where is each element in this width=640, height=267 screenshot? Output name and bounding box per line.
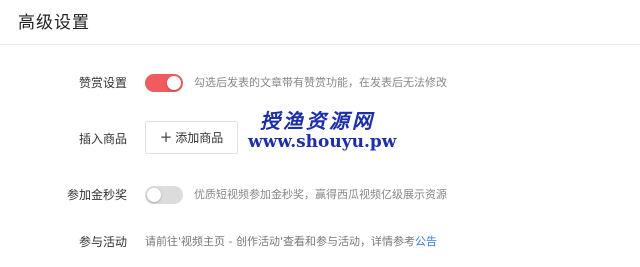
golden-second-hint: 优质短视频参加金秒奖，赢得西瓜视频亿级展示资源	[194, 188, 447, 201]
appreciation-label: 赞赏设置	[78, 76, 127, 90]
activity-description: 请前往'视频主页 - 创作活动'查看和参与活动，详情参考	[145, 235, 416, 248]
appreciation-toggle[interactable]	[145, 74, 183, 92]
activity-text: 请前往'视频主页 - 创作活动'查看和参与活动，详情参考公告	[145, 225, 437, 259]
page-title: 高级设置	[18, 13, 90, 33]
golden-second-row: 参加金秒奖 优质短视频参加金秒奖，赢得西瓜视频亿级展示资源	[0, 178, 640, 212]
plus-icon: +	[159, 128, 173, 146]
activity-label: 参与活动	[78, 235, 127, 249]
activity-row: 参与活动 请前往'视频主页 - 创作活动'查看和参与活动，详情参考公告	[0, 225, 640, 259]
insert-product-label: 插入商品	[78, 132, 127, 146]
golden-second-toggle[interactable]	[145, 186, 183, 204]
add-product-button[interactable]: + 添加商品	[145, 121, 238, 154]
header-divider	[0, 44, 640, 45]
announcement-link[interactable]: 公告	[415, 235, 437, 248]
toggle-knob	[167, 76, 181, 90]
appreciation-setting-row: 赞赏设置 勾选后发表的文章带有赞赏功能，在发表后无法修改	[0, 66, 640, 100]
watermark-title: 授渔资源网	[260, 109, 375, 133]
appreciation-hint: 勾选后发表的文章带有赞赏功能，在发表后无法修改	[194, 76, 447, 89]
toggle-knob	[147, 188, 161, 202]
golden-second-label: 参加金秒奖	[66, 188, 127, 202]
add-product-button-label: 添加商品	[175, 131, 224, 145]
watermark-url: www.shouyu.pw	[248, 132, 397, 152]
